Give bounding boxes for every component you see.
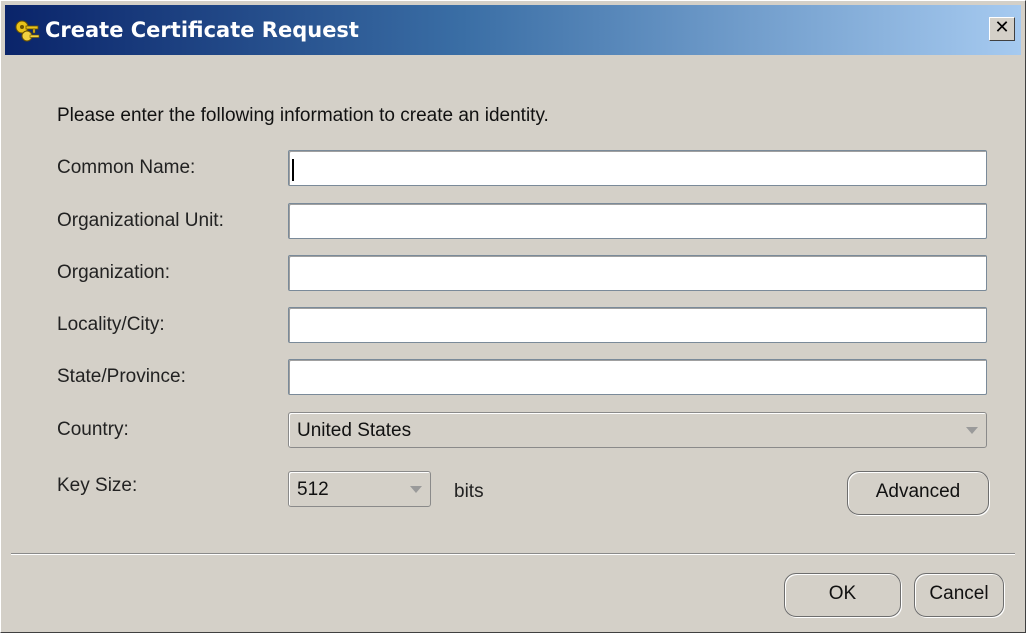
country-select[interactable]: United States (288, 412, 987, 448)
cancel-button[interactable]: Cancel (914, 573, 1004, 617)
title-bar[interactable]: Create Certificate Request ✕ (5, 5, 1021, 55)
country-label: Country: (57, 419, 129, 440)
organizational-unit-input[interactable] (288, 203, 987, 239)
advanced-button[interactable]: Advanced (847, 471, 989, 515)
key-size-select[interactable]: 512 (288, 471, 431, 507)
chevron-down-icon (966, 427, 978, 434)
key-size-value: 512 (297, 479, 329, 500)
country-value: United States (297, 420, 412, 441)
organization-label: Organization: (57, 262, 171, 283)
state-input[interactable] (288, 359, 987, 395)
keys-icon (13, 17, 41, 45)
text-caret (292, 159, 294, 181)
ok-button[interactable]: OK (784, 573, 901, 617)
organizational-unit-label: Organizational Unit: (57, 210, 224, 231)
window-title: Create Certificate Request (45, 18, 359, 42)
common-name-input[interactable] (288, 150, 987, 186)
state-label: State/Province: (57, 366, 186, 387)
close-icon: ✕ (994, 17, 1010, 38)
key-size-unit: bits (454, 481, 484, 502)
close-button[interactable]: ✕ (989, 17, 1015, 41)
dialog-window: Create Certificate Request ✕ Please ente… (0, 0, 1026, 633)
locality-input[interactable] (288, 307, 987, 343)
chevron-down-icon (410, 486, 422, 493)
common-name-label: Common Name: (57, 157, 196, 178)
locality-label: Locality/City: (57, 314, 165, 335)
instruction-text: Please enter the following information t… (57, 105, 549, 126)
key-size-label: Key Size: (57, 475, 138, 496)
footer-divider (11, 553, 1015, 555)
organization-input[interactable] (288, 255, 987, 291)
